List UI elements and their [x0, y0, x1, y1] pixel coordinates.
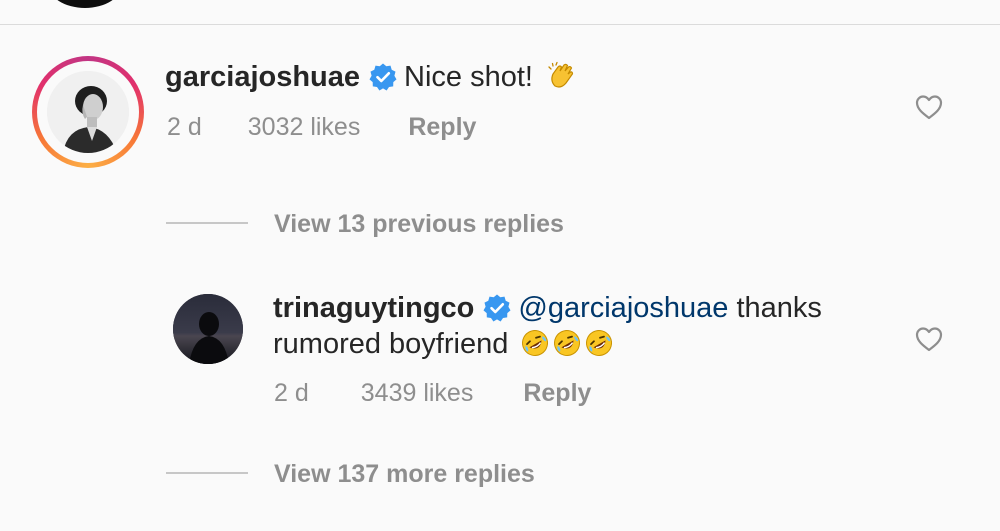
- reply-time: 2 d: [274, 379, 309, 407]
- reply-text-part-2: rumored boyfriend: [273, 328, 509, 360]
- comment-text: Nice shot!: [404, 61, 533, 93]
- reply-avatar[interactable]: [173, 294, 243, 364]
- verified-badge-icon: [482, 293, 512, 323]
- comment-likes[interactable]: 3032 likes: [248, 112, 361, 142]
- reply-meta: 2 d 3439 likes Reply: [274, 378, 591, 408]
- divider: [0, 24, 1000, 25]
- view-previous-replies-button[interactable]: View 13 previous replies: [274, 209, 564, 239]
- reply-avatar-photo-icon: [173, 294, 243, 364]
- avatar: [47, 71, 129, 153]
- clapping-hands-icon: [547, 61, 577, 91]
- view-more-replies-button[interactable]: View 137 more replies: [274, 459, 535, 489]
- reply-button[interactable]: Reply: [408, 112, 476, 142]
- comment-line: garciajoshuae Nice shot!: [165, 60, 577, 94]
- comment-username[interactable]: garciajoshuae: [165, 61, 360, 93]
- reply-likes[interactable]: 3439 likes: [361, 378, 474, 408]
- avatar-photo-icon: [47, 71, 129, 153]
- heart-outline-icon[interactable]: [914, 324, 944, 354]
- replies-divider-line: [166, 222, 248, 224]
- reply-button[interactable]: Reply: [523, 378, 591, 408]
- comment-time: 2 d: [167, 113, 202, 141]
- comment-meta: 2 d 3032 likes Reply: [167, 112, 476, 142]
- avatar-story-ring[interactable]: [32, 56, 144, 168]
- previous-avatar[interactable]: [48, 0, 122, 8]
- reply-line-1: trinaguytingco @garciajoshuae thanks: [273, 291, 822, 325]
- mention-link[interactable]: @garciajoshuae: [518, 292, 728, 324]
- rolling-on-floor-laughing-icon: [552, 328, 582, 358]
- reply-text-part-1: thanks: [728, 292, 822, 324]
- replies-divider-line: [166, 472, 248, 474]
- reply-username[interactable]: trinaguytingco: [273, 292, 474, 324]
- verified-badge-icon: [368, 62, 398, 92]
- rolling-on-floor-laughing-icon: [520, 328, 550, 358]
- reply-line-2: rumored boyfriend: [273, 327, 614, 361]
- heart-outline-icon[interactable]: [914, 92, 944, 122]
- rolling-on-floor-laughing-icon: [584, 328, 614, 358]
